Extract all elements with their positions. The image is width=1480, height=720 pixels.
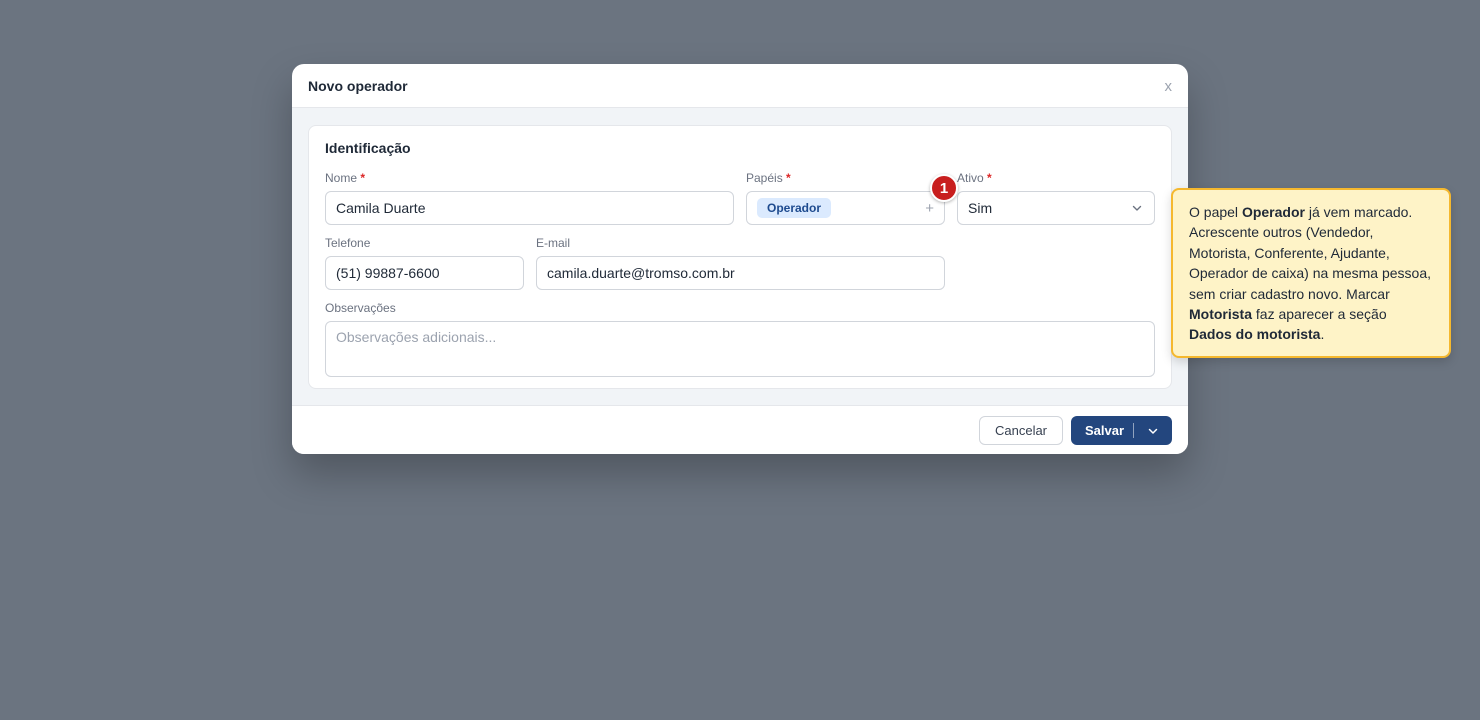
required-marker: * [786, 171, 791, 185]
tour-tooltip: O papel Operador já vem marcado. Acresce… [1171, 188, 1451, 358]
cancel-button[interactable]: Cancelar [979, 416, 1063, 445]
ativo-field: Ativo * Sim [957, 170, 1155, 225]
observacoes-field: Observações Observações adicionais... [325, 300, 1155, 377]
telefone-input[interactable]: (51) 99887-6600 [325, 256, 524, 290]
nome-label: Nome * [325, 171, 366, 185]
modal-body: Identificação Nome * Camila Duarte Papéi… [292, 108, 1188, 405]
ativo-select[interactable]: Sim [957, 191, 1155, 225]
email-input[interactable]: camila.duarte@tromso.com.br [536, 256, 945, 290]
section-title: Identificação [325, 140, 411, 156]
nome-value: Camila Duarte [336, 200, 426, 216]
email-field: E-mail camila.duarte@tromso.com.br [536, 235, 945, 290]
papeis-multiselect[interactable]: Operador + [746, 191, 945, 225]
nome-field: Nome * Camila Duarte [325, 170, 734, 225]
save-button[interactable]: Salvar [1071, 423, 1133, 438]
required-marker: * [360, 171, 366, 185]
email-value: camila.duarte@tromso.com.br [547, 265, 735, 281]
tour-step-badge: 1 [930, 174, 958, 202]
ativo-value: Sim [968, 200, 993, 216]
modal-title: Novo operador [308, 77, 408, 94]
observacoes-placeholder: Observações adicionais... [336, 329, 497, 345]
telefone-label: Telefone [325, 236, 371, 250]
telefone-value: (51) 99887-6600 [336, 265, 440, 281]
observacoes-textarea[interactable]: Observações adicionais... [325, 321, 1155, 377]
email-label: E-mail [536, 236, 571, 250]
papeis-field: Papéis * Operador + [746, 170, 945, 225]
identification-card: Identificação Nome * Camila Duarte Papéi… [308, 125, 1172, 389]
ativo-label: Ativo * [957, 171, 992, 185]
close-icon[interactable]: x [1165, 76, 1173, 95]
papeis-label: Papéis * [746, 171, 791, 185]
modal-header: Novo operador x [292, 64, 1188, 108]
chevron-down-icon[interactable] [1134, 425, 1172, 437]
required-marker: * [987, 171, 992, 185]
save-split-button[interactable]: Salvar [1071, 416, 1172, 445]
role-chip-operador[interactable]: Operador [757, 198, 832, 218]
plus-icon[interactable]: + [925, 200, 934, 217]
modal-footer: Cancelar Salvar [292, 405, 1188, 454]
observacoes-label: Observações [325, 301, 396, 315]
chevron-down-icon [1130, 201, 1144, 215]
nome-input[interactable]: Camila Duarte [325, 191, 734, 225]
new-operator-modal: Novo operador x Identificação Nome * Cam… [292, 64, 1188, 454]
telefone-field: Telefone (51) 99887-6600 [325, 235, 524, 290]
